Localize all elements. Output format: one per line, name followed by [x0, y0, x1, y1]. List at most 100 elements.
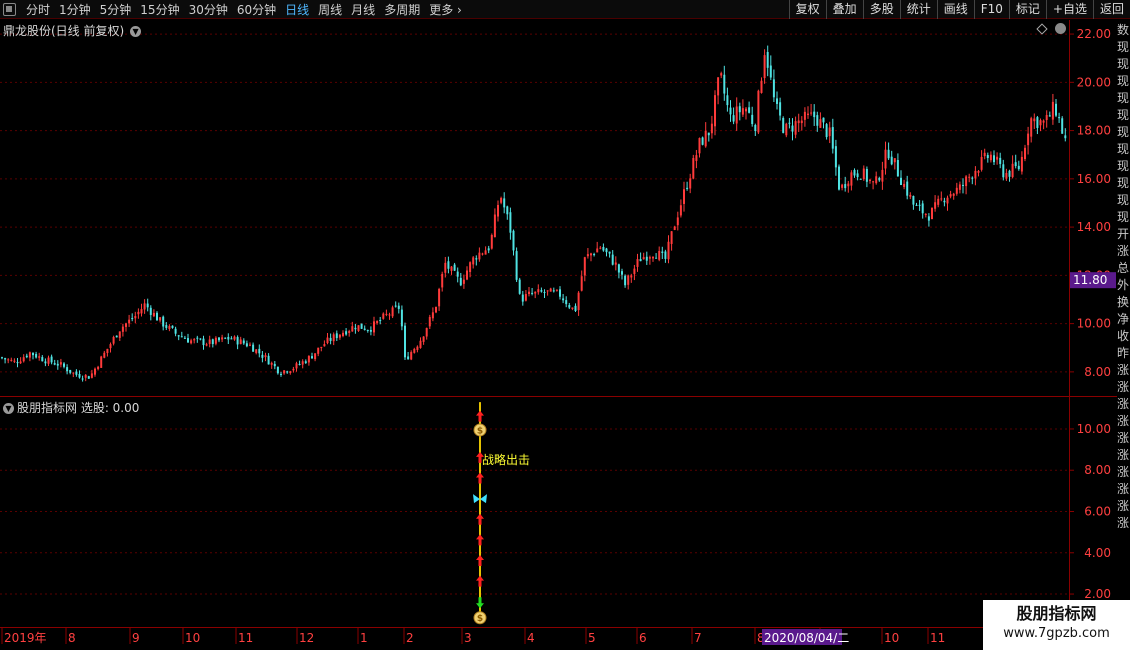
candle-body	[521, 294, 524, 302]
circle-arrow-icon[interactable]	[1055, 23, 1066, 34]
indicator-panel-title[interactable]: ▼ 股朋指标网 选股: 0.00	[3, 399, 139, 416]
candle-body	[422, 336, 425, 342]
candle-body	[1024, 147, 1026, 160]
candle-body	[909, 194, 912, 197]
x-axis-label: 2	[406, 631, 414, 645]
candle-body	[193, 339, 196, 341]
candle-body	[983, 152, 986, 157]
candle-body	[255, 349, 258, 353]
candle-body	[822, 117, 825, 123]
candle-body	[363, 328, 366, 330]
candle-body	[633, 268, 636, 275]
candle-body	[354, 327, 357, 330]
candle-body	[94, 368, 96, 375]
candle-body	[766, 51, 769, 68]
candle-body	[621, 271, 623, 275]
candle-body	[903, 183, 906, 187]
side-strip-char: 现	[1117, 210, 1130, 224]
candle-body	[357, 325, 360, 331]
candle-body	[896, 160, 899, 177]
candle-body	[351, 326, 354, 332]
candle-body	[1051, 101, 1054, 120]
x-axis-label: 4	[527, 631, 535, 645]
candle-body	[56, 363, 59, 366]
candle-body	[388, 314, 391, 316]
candle-body	[78, 374, 81, 378]
price-axis-label: 20.00	[1077, 75, 1111, 89]
candle-body	[47, 357, 50, 364]
indicator-axis-label: 6.00	[1084, 505, 1111, 519]
candle-body	[881, 169, 884, 182]
candle-body	[844, 184, 847, 189]
candle-body	[800, 120, 803, 124]
candle-body	[596, 248, 599, 253]
candle-body	[112, 336, 115, 344]
candle-body	[605, 248, 608, 253]
candle-body	[859, 178, 862, 180]
x-axis-label: 2019年	[4, 631, 47, 645]
candle-body	[676, 217, 679, 226]
side-strip-char: 涨	[1117, 448, 1130, 462]
candle-body	[177, 335, 180, 337]
candle-body	[977, 170, 980, 173]
candle-body	[453, 264, 456, 271]
candle-body	[475, 258, 478, 260]
candle-body	[949, 194, 952, 197]
candle-body	[745, 108, 747, 112]
candle-body	[466, 270, 468, 280]
candle-body	[1045, 115, 1048, 121]
watermark-url: www.7gpzb.com	[1003, 626, 1110, 641]
candle-body	[568, 305, 571, 308]
signal-annotation: 战略出击	[482, 452, 530, 467]
candle-body	[599, 247, 602, 249]
candle-body	[667, 241, 670, 260]
candle-body	[497, 204, 499, 217]
candle-body	[109, 344, 112, 349]
candle-body	[546, 290, 549, 292]
candle-body	[543, 291, 546, 293]
candle-body	[97, 366, 100, 370]
candle-body	[751, 114, 754, 124]
chevron-down-icon[interactable]: ▼	[3, 403, 14, 414]
candle-body	[869, 179, 871, 181]
x-axis-label: 3	[464, 631, 472, 645]
stock-chart-canvas[interactable]: 8.00 10.00 1 2.00 14.00 16.00 18.00 20.00 22.00 1…	[0, 0, 1130, 650]
candle-body	[416, 346, 419, 350]
candle-body	[348, 331, 351, 333]
candle-body	[741, 108, 744, 115]
candle-body	[735, 106, 738, 124]
butterfly-icon	[480, 494, 487, 504]
candle-body	[900, 177, 902, 186]
candle-body	[1008, 170, 1011, 177]
candle-body	[512, 230, 515, 251]
candle-body	[642, 257, 645, 260]
candle-body	[283, 370, 286, 374]
candle-body	[320, 346, 323, 348]
candle-body	[317, 347, 320, 354]
candle-body	[115, 335, 118, 338]
candle-body	[438, 288, 441, 307]
candle-body	[211, 339, 214, 345]
candle-body	[974, 170, 977, 179]
candle-body	[664, 251, 667, 259]
candle-body	[450, 266, 453, 271]
candle-body	[87, 376, 90, 379]
chevron-down-icon[interactable]: ▼	[130, 26, 142, 37]
side-strip-char: 涨	[1117, 465, 1130, 479]
price-panel-title[interactable]: 鼎龙股份(日线 前复权) ▼	[3, 22, 142, 39]
candle-body	[831, 127, 834, 149]
candle-body	[162, 316, 165, 327]
candle-body	[1055, 103, 1057, 116]
candle-body	[1020, 156, 1023, 172]
candle-body	[1042, 120, 1045, 123]
candle-body	[720, 73, 723, 76]
candle-body	[245, 343, 248, 347]
up-arrow-icon	[476, 472, 484, 484]
candle-body	[701, 137, 704, 145]
candle-body	[965, 176, 968, 187]
candle-body	[230, 338, 233, 340]
candle-body	[304, 361, 307, 363]
candle-body	[872, 181, 875, 183]
candle-body	[1014, 162, 1017, 167]
candle-body	[1011, 163, 1014, 178]
